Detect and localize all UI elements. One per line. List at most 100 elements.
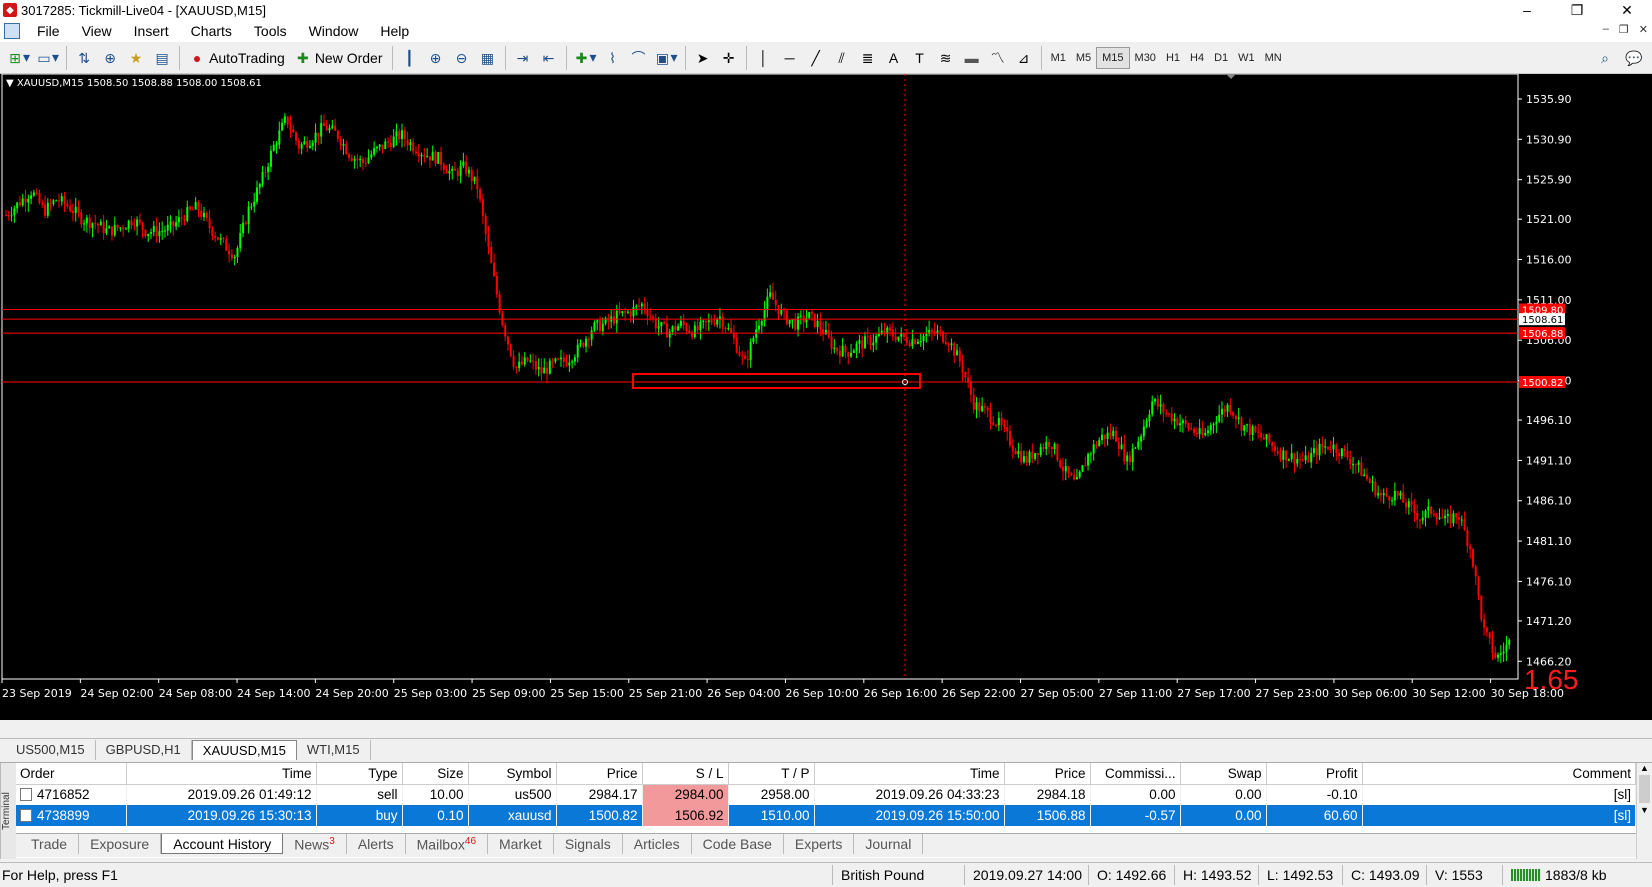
status-profile[interactable]: British Pound: [832, 865, 964, 885]
scroll-thumb[interactable]: [1639, 775, 1650, 803]
new-order-button[interactable]: ✚ New Order: [290, 45, 388, 71]
crosshair-button[interactable]: ✛: [716, 45, 742, 71]
autotrading-button[interactable]: ● AutoTrading: [184, 45, 290, 71]
menu-tools[interactable]: Tools: [243, 23, 298, 39]
minimize-button[interactable]: –: [1502, 0, 1552, 20]
fib-fan-button[interactable]: ≋: [933, 45, 959, 71]
candlestick-chart[interactable]: 1535.901530.901525.901521.001516.001511.…: [0, 74, 1652, 720]
tab-alerts[interactable]: Alerts: [347, 834, 406, 854]
restore-button[interactable]: ❐: [1552, 0, 1602, 20]
menu-window[interactable]: Window: [298, 23, 370, 39]
scroll-up-icon[interactable]: ▲: [1637, 763, 1652, 773]
col-close-time[interactable]: Time: [814, 763, 1005, 785]
timeframe-h4[interactable]: H4: [1185, 47, 1209, 69]
menu-insert[interactable]: Insert: [123, 23, 180, 39]
chart-shift-button[interactable]: ⇤: [536, 45, 562, 71]
col-type[interactable]: Type: [316, 763, 403, 785]
bear-candle: [350, 157, 353, 161]
col-close-price[interactable]: Price: [1004, 763, 1091, 785]
search-button[interactable]: ⌕: [1592, 45, 1618, 71]
market-watch-button[interactable]: ⇅: [71, 45, 97, 71]
col-order[interactable]: Order: [16, 763, 127, 785]
tab-experts[interactable]: Experts: [784, 834, 855, 854]
tab-articles[interactable]: Articles: [623, 834, 692, 854]
timeframe-d1[interactable]: D1: [1209, 47, 1233, 69]
chart-templates-button[interactable]: ▣ ▾: [652, 45, 681, 71]
timeframe-mn[interactable]: MN: [1260, 47, 1287, 69]
scroll-down-icon[interactable]: ▼: [1637, 805, 1652, 815]
col-tp[interactable]: T / P: [728, 763, 815, 785]
chart-tab-xauusd[interactable]: XAUUSD,M15: [191, 740, 297, 760]
close-button[interactable]: ✕: [1602, 0, 1652, 20]
col-profit[interactable]: Profit: [1266, 763, 1363, 785]
terminal-scrollbar[interactable]: ▲ ▼: [1636, 763, 1652, 859]
new-chart-button[interactable]: ⊞ ▾: [4, 45, 33, 71]
timeframe-m5[interactable]: M5: [1071, 47, 1096, 69]
col-comment[interactable]: Comment: [1362, 763, 1636, 785]
chart-tab-gbpusd[interactable]: GBPUSD,H1: [96, 740, 192, 760]
status-traffic[interactable]: 1883/8 kb: [1502, 865, 1615, 885]
chart-tab-wti[interactable]: WTI,M15: [297, 740, 371, 760]
mdi-restore-button[interactable]: ❐: [1619, 23, 1629, 36]
terminal-button[interactable]: ▤: [149, 45, 175, 71]
menu-help[interactable]: Help: [369, 23, 420, 39]
fibonacci-button[interactable]: ≣: [855, 45, 881, 71]
bull-candle: [850, 352, 853, 357]
periods-button[interactable]: ⌇: [600, 45, 626, 71]
gann-icon: ⊿: [1017, 49, 1030, 66]
tab-exposure[interactable]: Exposure: [79, 834, 162, 854]
tab-market[interactable]: Market: [488, 834, 554, 854]
table-row[interactable]: 4738899 2019.09.26 15:30:13 buy 0.10 xau…: [16, 805, 1636, 826]
horizontal-line-button[interactable]: ─: [777, 45, 803, 71]
tab-news[interactable]: News3: [283, 834, 347, 854]
rectangle-button[interactable]: ▬: [959, 45, 985, 71]
profiles-button[interactable]: ▭ ▾: [33, 45, 62, 71]
tab-code-base[interactable]: Code Base: [692, 834, 784, 854]
terminal-side-label[interactable]: Terminal: [0, 763, 16, 859]
tile-windows-button[interactable]: ▦: [475, 45, 501, 71]
zoom-in-button[interactable]: ⊕: [423, 45, 449, 71]
tab-account-history[interactable]: Account History: [161, 834, 284, 854]
chat-button[interactable]: 💬: [1620, 45, 1646, 71]
tab-mailbox[interactable]: Mailbox46: [406, 834, 489, 854]
tab-signals[interactable]: Signals: [554, 834, 623, 854]
text-label-button[interactable]: T: [907, 45, 933, 71]
col-time[interactable]: Time: [126, 763, 317, 785]
timeframe-m1[interactable]: M1: [1046, 47, 1071, 69]
mdi-close-button[interactable]: ✕: [1639, 23, 1648, 36]
col-price[interactable]: Price: [556, 763, 643, 785]
channel-button[interactable]: ⫽: [829, 45, 855, 71]
col-sl[interactable]: S / L: [642, 763, 729, 785]
menu-file[interactable]: File: [26, 23, 71, 39]
col-commission[interactable]: Commissi...: [1090, 763, 1181, 785]
auto-scroll-button[interactable]: ⇥: [510, 45, 536, 71]
timeframe-m15[interactable]: M15: [1096, 46, 1130, 69]
mdi-minimize-button[interactable]: –: [1603, 23, 1609, 36]
tab-trade[interactable]: Trade: [20, 834, 80, 854]
tab-journal[interactable]: Journal: [854, 834, 924, 854]
navigator-button[interactable]: ★: [123, 45, 149, 71]
timeframe-m30[interactable]: M30: [1130, 47, 1161, 69]
data-window-button[interactable]: ⊕: [97, 45, 123, 71]
elliott-button[interactable]: 〽: [985, 45, 1011, 71]
gann-button[interactable]: ⊿: [1011, 45, 1037, 71]
vertical-line-button[interactable]: │: [751, 45, 777, 71]
templates-button[interactable]: ⌒: [626, 45, 652, 71]
text-button[interactable]: A: [881, 45, 907, 71]
col-size[interactable]: Size: [402, 763, 469, 785]
menu-view[interactable]: View: [71, 23, 123, 39]
col-swap[interactable]: Swap: [1180, 763, 1267, 785]
menu-charts[interactable]: Charts: [180, 23, 243, 39]
trendline-button[interactable]: ╱: [803, 45, 829, 71]
col-symbol[interactable]: Symbol: [468, 763, 557, 785]
zoom-out-button[interactable]: ⊖: [449, 45, 475, 71]
price-chart[interactable]: 1535.90 1530.90 1525.90 1521.00 1516.00 1511.…: [0, 74, 1652, 720]
indicators-button[interactable]: ✚ ▾: [571, 45, 600, 71]
table-row[interactable]: 4716852 2019.09.26 01:49:12 sell 10.00 u…: [16, 784, 1636, 805]
cursor-button[interactable]: ➤: [690, 45, 716, 71]
chart-tab-us500[interactable]: US500,M15: [6, 740, 96, 760]
timeframe-w1[interactable]: W1: [1233, 47, 1260, 69]
chart-window-icon[interactable]: [4, 23, 20, 39]
timeframe-h1[interactable]: H1: [1161, 47, 1185, 69]
bar-chart-button[interactable]: ┃: [397, 45, 423, 71]
